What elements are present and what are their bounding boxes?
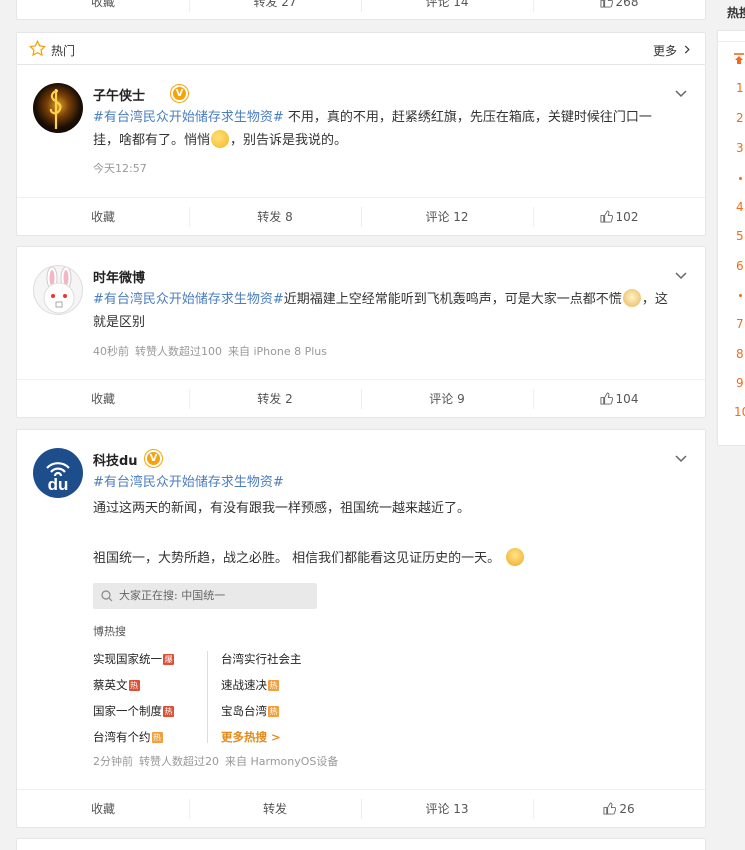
star-icon — [29, 40, 46, 57]
rank-number: 2 — [736, 111, 744, 125]
thumbs-up-icon — [600, 391, 613, 405]
rank-number: 6 — [736, 259, 744, 273]
thumbs-up-icon — [600, 0, 613, 8]
panel-divider — [718, 41, 745, 42]
image-search-bar: 大家正在搜: 中国统一 — [93, 583, 317, 609]
post-time[interactable]: 2分钟前 — [93, 755, 133, 768]
search-icon — [101, 590, 113, 602]
post-time[interactable]: 40秒前 — [93, 345, 129, 358]
repost-button[interactable]: 转发 2 — [189, 388, 361, 409]
hot-search-panel: 1 2 3 4 5 6 7 8 9 10 — [717, 30, 745, 446]
reposters-count: 转赞人数超过100 — [135, 345, 222, 358]
like-button[interactable]: 268 — [533, 0, 705, 12]
rank-number: 5 — [736, 229, 744, 243]
favorite-button[interactable]: 收藏 — [17, 801, 189, 817]
post-text: #有台湾民众开始储存求生物资# 不用，真的不用，赶紧绣红旗，先压在箱底，关键时候… — [93, 110, 652, 148]
chevron-down-icon[interactable] — [675, 90, 687, 98]
image-more-link: 更多热搜 > — [221, 730, 281, 744]
image-hot-item: 宝岛台湾热 — [221, 704, 279, 718]
repost-button[interactable]: 转发 — [189, 798, 361, 819]
verified-badge: V — [171, 85, 188, 102]
author-name[interactable]: 时年微博 — [93, 267, 145, 286]
comment-button[interactable]: 评论 12 — [361, 206, 533, 227]
post-card: 子午侠士 V #有台湾民众开始储存求生物资# 不用，真的不用，赶紧绣红旗，先压在… — [16, 64, 706, 236]
like-button[interactable]: 26 — [533, 798, 705, 819]
doge-emoji-icon — [622, 289, 641, 307]
next-post-card — [16, 838, 706, 850]
post-meta: 2分钟前 转赞人数超过20 来自 HarmonyOS设备 — [93, 753, 338, 769]
post-meta: 今天12:57 — [93, 160, 147, 176]
image-hot-item: 台湾实行社会主 — [221, 652, 302, 666]
hot-title: 热门 — [51, 44, 76, 58]
like-button[interactable]: 102 — [533, 206, 705, 227]
rank-number: 10 — [734, 405, 745, 419]
shush-emoji-icon — [211, 130, 230, 148]
image-hot-item: 台湾有个约热 — [93, 730, 163, 744]
author-name[interactable]: 科技du — [93, 450, 138, 469]
hashtag-link[interactable]: #有台湾民众开始储存求生物资# — [93, 292, 284, 307]
rabbit-avatar-icon — [43, 266, 75, 314]
post-paragraph: 祖国统一，大势所趋，战之必胜。 相信我们都能看这见证历史的一天。 — [93, 547, 673, 570]
like-count: 26 — [619, 801, 635, 816]
comment-button[interactable]: 评论 13 — [361, 798, 533, 819]
post-text: #有台湾民众开始储存求生物资#近期福建上空经常能听到飞机轰鸣声，可是大家一点都不… — [93, 288, 673, 334]
top-pin-icon — [734, 53, 744, 64]
favorite-button[interactable]: 收藏 — [17, 0, 189, 10]
previous-post-actions: 收藏 转发 27 评论 14 268 — [16, 0, 706, 20]
comment-button[interactable]: 评论 14 — [361, 0, 533, 12]
post-text: #有台湾民众开始储存求生物资# — [93, 471, 673, 494]
avatar-text: du — [47, 475, 69, 494]
chevron-down-icon[interactable] — [675, 455, 687, 463]
hashtag-link[interactable]: #有台湾民众开始储存求生物资# — [93, 110, 284, 125]
right-panel-title: 热搜 — [727, 6, 745, 20]
favorite-button[interactable]: 收藏 — [17, 391, 189, 407]
hot-header: 热门 更多 — [16, 32, 706, 64]
favorite-button[interactable]: 收藏 — [17, 209, 189, 225]
rank-number: 1 — [736, 81, 744, 95]
verified-badge: V — [145, 450, 162, 467]
like-button[interactable]: 104 — [533, 388, 705, 409]
image-hot-item: 速战速决热 — [221, 678, 279, 692]
avatar[interactable] — [33, 265, 83, 315]
post-source: 来自 HarmonyOS设备 — [225, 755, 339, 768]
like-count: 104 — [615, 391, 639, 406]
post-source: 来自 iPhone 8 Plus — [228, 345, 328, 358]
post-image[interactable]: 大家正在搜: 中国统一 博热搜 实现国家统一爆 蔡英文热 国家一个制度热 台湾有… — [93, 581, 319, 747]
like-count: 268 — [615, 0, 639, 9]
avatar-logo-icon — [49, 89, 62, 129]
chevron-down-icon[interactable] — [675, 272, 687, 280]
rank-number: 3 — [736, 141, 744, 155]
reposters-count: 转赞人数超过20 — [139, 755, 219, 768]
rank-number: 9 — [736, 376, 744, 390]
author-name[interactable]: 子午侠士 — [93, 85, 145, 104]
repost-button[interactable]: 转发 8 — [189, 206, 361, 227]
more-link[interactable]: 更多 — [653, 42, 677, 59]
post-card: du 科技du V #有台湾民众开始储存求生物资# 通过这两天的新闻，有没有跟我… — [16, 429, 706, 828]
rank-number: 8 — [736, 347, 744, 361]
chevron-right-icon[interactable] — [684, 45, 691, 54]
repost-button[interactable]: 转发 27 — [189, 0, 361, 12]
ad-dot-icon — [739, 177, 742, 180]
post-paragraph: 通过这两天的新闻，有没有跟我一样预感，祖国统一越来越近了。 — [93, 501, 471, 516]
hashtag-link[interactable]: #有台湾民众开始储存求生物资# — [93, 475, 284, 490]
image-divider — [207, 651, 208, 743]
image-hot-item: 国家一个制度热 — [93, 704, 174, 718]
scream-emoji-icon — [506, 548, 525, 566]
ad-dot-icon — [739, 294, 742, 297]
avatar[interactable] — [33, 83, 83, 133]
post-time[interactable]: 今天12:57 — [93, 162, 147, 175]
avatar[interactable]: du — [33, 448, 83, 498]
image-hot-item: 蔡英文热 — [93, 678, 140, 692]
thumbs-up-icon — [600, 209, 613, 223]
thumbs-up-icon — [603, 801, 617, 815]
comment-button[interactable]: 评论 9 — [361, 388, 533, 409]
image-hot-item: 实现国家统一爆 — [93, 652, 174, 666]
rank-number: 4 — [736, 200, 744, 214]
post-meta: 40秒前 转赞人数超过100 来自 iPhone 8 Plus — [93, 343, 327, 359]
rank-number: 7 — [736, 317, 744, 331]
post-card: 时年微博 #有台湾民众开始储存求生物资#近期福建上空经常能听到飞机轰鸣声，可是大… — [16, 246, 706, 418]
like-count: 102 — [615, 209, 639, 224]
image-section-title: 博热搜 — [93, 625, 126, 638]
